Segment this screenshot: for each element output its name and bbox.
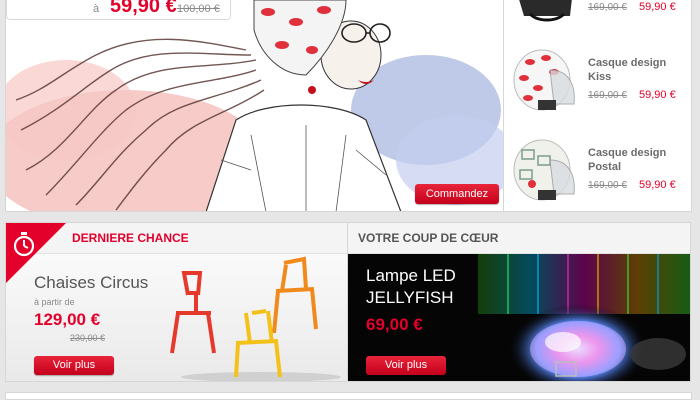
helmet-thumbnail bbox=[519, 0, 572, 22]
product-item[interactable]: Casque design Kiss 169,00 € 59,90 € bbox=[504, 42, 691, 130]
promo-title: Chaises Circus bbox=[34, 273, 149, 292]
hero-old-price: 100,00 € bbox=[177, 3, 220, 15]
next-row-panels bbox=[5, 392, 692, 400]
favorite-panel[interactable]: VOTRE COUP DE CŒUR Lampe LED JELLYFISH 6… bbox=[348, 222, 691, 382]
promo-title-line1: Lampe LED bbox=[366, 266, 456, 285]
see-more-button[interactable]: Voir plus bbox=[34, 356, 114, 375]
order-button[interactable]: Commandez bbox=[415, 184, 499, 204]
see-more-button[interactable]: Voir plus bbox=[366, 356, 446, 375]
product-price: 59,90 € bbox=[639, 89, 676, 101]
chairs-illustration bbox=[170, 256, 341, 381]
product-old-price: 169,00 € bbox=[588, 180, 627, 191]
lamp-illustration bbox=[478, 254, 690, 381]
last-chance-panel[interactable]: DERNIERE CHANCE Chaises Circus à partir … bbox=[5, 222, 348, 382]
hero-price-prefix: à bbox=[93, 3, 100, 15]
hero-banner[interactable]: à 59,90 € 100,00 € Commandez bbox=[5, 0, 504, 212]
product-sidebar: 169,00 € 59,90 € Casque design Kiss 169,… bbox=[504, 0, 692, 212]
product-item[interactable]: Casque design Postal 169,00 € 59,90 € bbox=[504, 132, 691, 211]
hero-price-box: à 59,90 € 100,00 € bbox=[6, 0, 231, 20]
product-item[interactable]: 169,00 € 59,90 € bbox=[504, 0, 691, 42]
product-old-price: 169,00 € bbox=[588, 90, 627, 101]
helmet-postal-thumbnail bbox=[513, 139, 575, 201]
promo-old-price: 230,00 € bbox=[70, 333, 106, 343]
product-price: 59,90 € bbox=[639, 179, 676, 191]
hero-price: 59,90 € bbox=[110, 0, 177, 17]
hero-illustration bbox=[6, 0, 503, 211]
promo-title-line2: JELLYFISH bbox=[366, 288, 454, 307]
promo-price: 129,00 € bbox=[34, 310, 101, 329]
promo-price: 69,00 € bbox=[366, 315, 423, 334]
panel-header: VOTRE COUP DE CŒUR bbox=[348, 223, 690, 254]
stopwatch-icon bbox=[13, 232, 35, 257]
product-name: Casque design Kiss bbox=[588, 57, 667, 83]
product-name: Casque design Postal bbox=[588, 147, 667, 173]
from-label: à partir de bbox=[34, 297, 75, 307]
helmet-kiss-thumbnail bbox=[513, 49, 575, 111]
product-price: 59,90 € bbox=[639, 1, 676, 13]
product-old-price: 169,00 € bbox=[588, 2, 627, 13]
